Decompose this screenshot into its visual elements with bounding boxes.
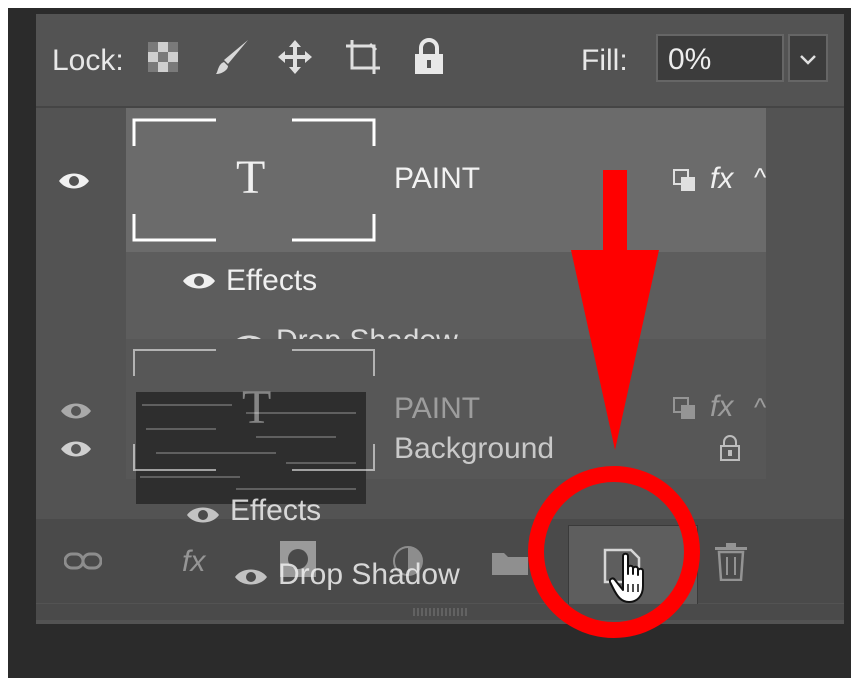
link-layers-icon [672, 168, 698, 199]
layer-thumbnail: T [132, 118, 376, 242]
ghost-text-glyph: T [242, 381, 272, 434]
resize-grip-icon [413, 608, 467, 616]
fill-dropdown-button[interactable] [788, 34, 828, 82]
chevron-down-icon [800, 55, 816, 65]
link-icon[interactable] [63, 551, 103, 576]
padlock-icon[interactable] [412, 38, 450, 78]
background-layer-name[interactable]: Background [394, 432, 554, 466]
ghost-drop-shadow-eye-icon [234, 566, 268, 593]
layers-panel: Lock: Fill: 0% T PAINT fx ^ Effects T PA… [8, 8, 851, 678]
panel-resize-strip[interactable] [36, 604, 844, 620]
ghost-link-layers-icon [672, 396, 698, 427]
ghost-eye-icon [60, 400, 92, 427]
trash-icon[interactable] [714, 543, 748, 586]
ghost-effects-eye-icon [186, 504, 220, 531]
fill-label: Fill: [581, 44, 628, 77]
text-layer-icon: T [236, 151, 266, 204]
ghost-collapse-icon: ^ [754, 392, 767, 422]
add-style-icon[interactable]: fx [182, 545, 205, 579]
lock-label: Lock: [52, 44, 124, 77]
layer-name[interactable]: PAINT [394, 162, 480, 196]
hand-cursor-icon [608, 552, 653, 611]
background-lock-icon [718, 434, 742, 467]
visibility-eye-icon[interactable] [58, 170, 90, 197]
fill-input[interactable]: 0% [656, 34, 784, 82]
layers-panel-body: Lock: Fill: 0% T PAINT fx ^ Effects T PA… [36, 14, 844, 624]
new-layer-button[interactable] [568, 525, 698, 605]
layer-row-paint[interactable]: T PAINT fx ^ [126, 108, 766, 252]
ghost-layer-name: PAINT [394, 392, 481, 425]
ghost-effects-label: Effects [230, 494, 322, 527]
ghost-fx-icon: fx [710, 390, 734, 423]
screenshot-canvas: Lock: Fill: 0% T PAINT fx ^ Effects T PA… [0, 0, 851, 678]
lock-bar: Lock: Fill: 0% [36, 14, 844, 106]
effects-eye-icon[interactable] [182, 270, 216, 297]
move-icon[interactable] [276, 38, 314, 78]
brush-icon[interactable] [214, 38, 252, 78]
background-eye-icon[interactable] [60, 438, 92, 465]
crop-icon[interactable] [344, 38, 382, 78]
fx-icon[interactable]: fx [710, 162, 733, 196]
ghost-drop-shadow-label: Drop Shadow [278, 558, 460, 591]
effects-label[interactable]: Effects [226, 264, 317, 298]
checkerboard-icon[interactable] [148, 38, 186, 78]
folder-icon[interactable] [490, 547, 530, 582]
collapse-effects-icon[interactable]: ^ [754, 162, 766, 193]
